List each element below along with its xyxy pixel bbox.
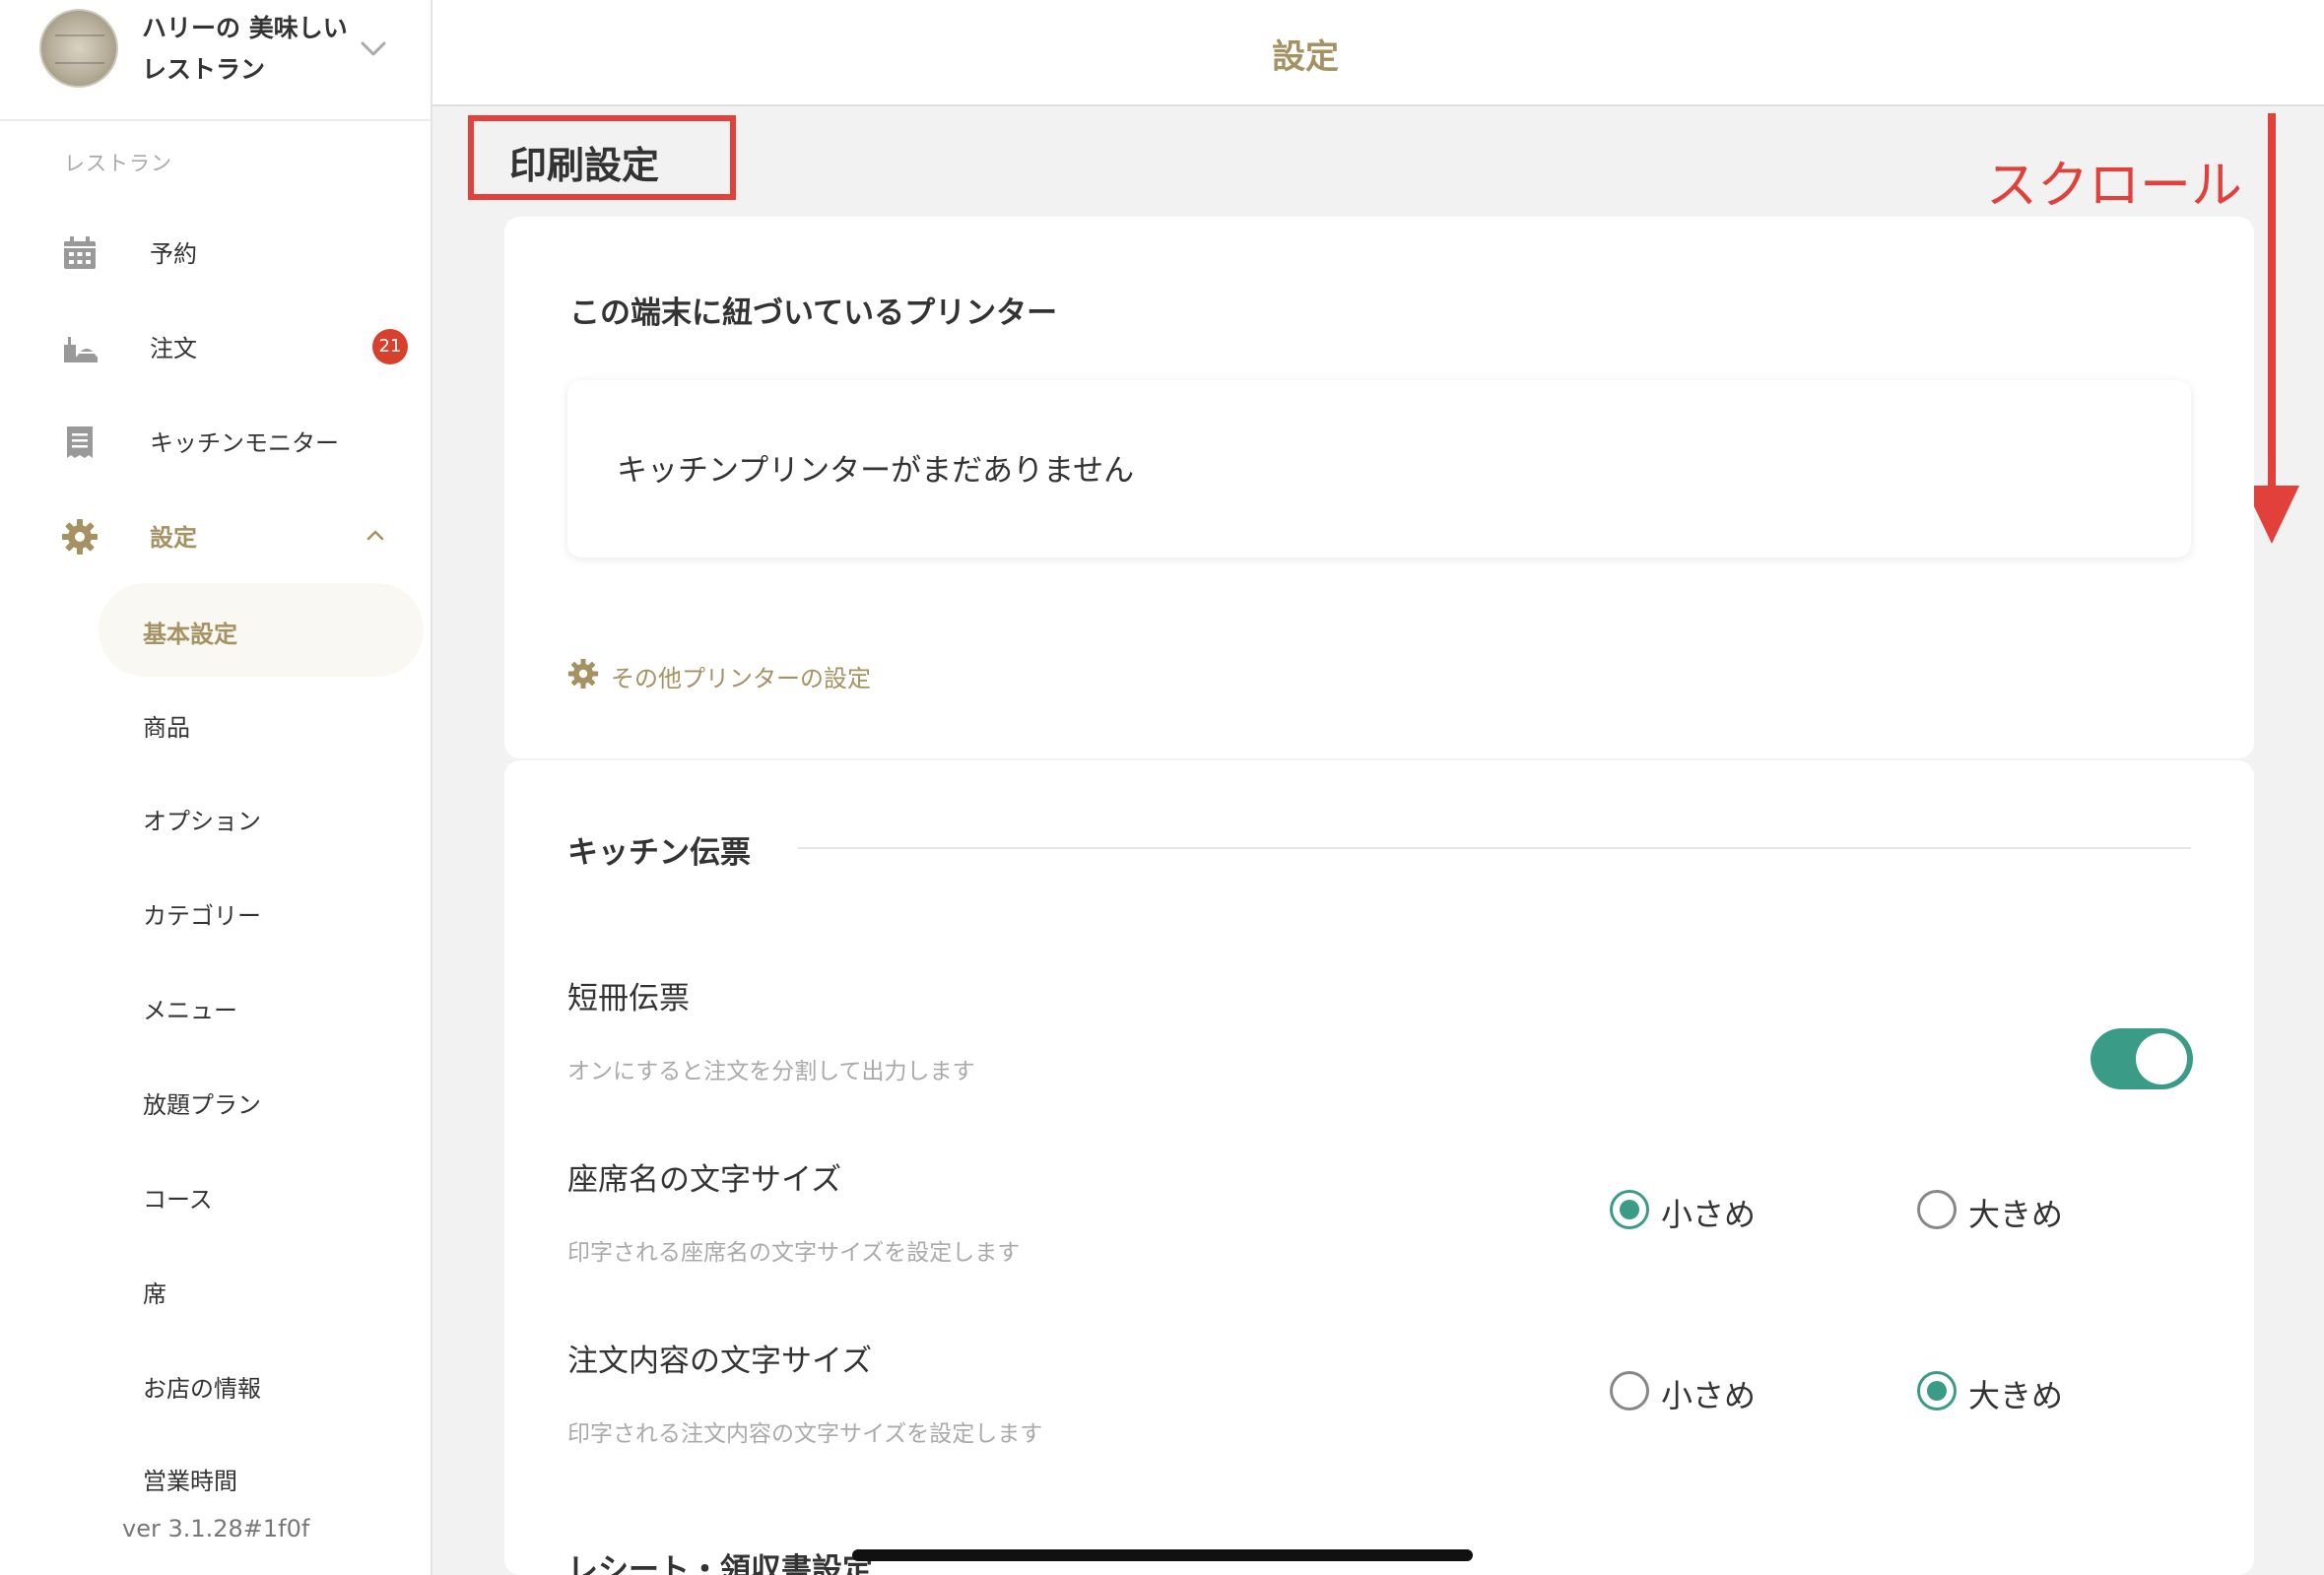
sidebar-item-label: キッチンモニター bbox=[150, 429, 339, 457]
sidebar-subitem-business-hours[interactable]: 営業時間 bbox=[99, 1432, 424, 1491]
tanzaku-slip-label: 短冊伝票 bbox=[567, 981, 690, 1017]
sidebar-subitem-label: 放題プラン bbox=[143, 1091, 261, 1119]
order-font-size-description: 印字される注文内容の文字サイズを設定します bbox=[567, 1421, 1043, 1447]
sidebar-subitem-options[interactable]: オプション bbox=[99, 770, 424, 864]
sidebar-subitem-label: 基本設定 bbox=[143, 621, 237, 648]
sidebar-subitem-courses[interactable]: コース bbox=[99, 1148, 424, 1242]
printer-card: この端末に紐づいているプリンター キッチンプリンターがまだありません その他プリ… bbox=[504, 217, 2254, 758]
section-divider bbox=[798, 847, 2191, 849]
radio-label: 小さめ bbox=[1661, 1377, 1757, 1414]
radio-button-checked bbox=[1610, 1190, 1649, 1229]
sidebar-subitem-label: オプション bbox=[143, 808, 261, 835]
section-title: 印刷設定 bbox=[509, 144, 660, 187]
sidebar-subitem-categories[interactable]: カテゴリー bbox=[99, 865, 424, 958]
restaurant-switcher[interactable]: ハリーの 美味しいレストラン bbox=[0, 0, 431, 121]
sidebar-subitem-shop-info[interactable]: お店の情報 bbox=[99, 1338, 424, 1431]
sidebar-item-orders[interactable]: 注文 21 bbox=[0, 311, 431, 380]
sidebar-item-label: 注文 bbox=[150, 335, 197, 362]
kitchen-slip-card: キッチン伝票 短冊伝票 オンにすると注文を分割して出力します 座席名の文字サイズ… bbox=[504, 760, 2254, 1575]
tanzaku-slip-description: オンにすると注文を分割して出力します bbox=[567, 1059, 975, 1084]
home-indicator bbox=[852, 1549, 1473, 1561]
kitchen-slip-title: キッチン伝票 bbox=[567, 835, 751, 871]
top-header: 設定 bbox=[432, 0, 2324, 106]
calendar-icon bbox=[64, 236, 96, 269]
radio-button-checked bbox=[1917, 1371, 1957, 1411]
sidebar-item-kitchen-monitor[interactable]: キッチンモニター bbox=[0, 406, 431, 475]
receipt-icon bbox=[67, 427, 93, 458]
other-printer-settings-label: その他プリンターの設定 bbox=[611, 665, 871, 692]
printer-list: キッチンプリンターがまだありません bbox=[567, 380, 2191, 558]
radio-label: 小さめ bbox=[1661, 1196, 1757, 1233]
scroll-annotation-label: スクロール bbox=[1986, 157, 2243, 216]
sidebar-subitem-label: 席 bbox=[143, 1280, 166, 1308]
chevron-down-icon[interactable] bbox=[359, 33, 388, 63]
radio-label: 大きめ bbox=[1968, 1196, 2064, 1233]
sidebar-section-label: レストラン bbox=[64, 152, 172, 175]
order-tray-icon bbox=[64, 337, 98, 362]
order-font-size-label: 注文内容の文字サイズ bbox=[567, 1344, 873, 1379]
toggle-knob bbox=[2136, 1033, 2187, 1084]
gear-icon bbox=[62, 519, 98, 555]
chevron-up-icon[interactable] bbox=[361, 520, 390, 550]
restaurant-avatar bbox=[39, 9, 118, 88]
radio-label: 大きめ bbox=[1968, 1377, 2064, 1414]
sidebar-subitem-label: コース bbox=[143, 1186, 213, 1214]
radio-button-unchecked bbox=[1917, 1190, 1957, 1229]
section-title-highlight: 印刷設定 bbox=[468, 115, 736, 200]
sidebar-subitem-seats[interactable]: 席 bbox=[99, 1243, 424, 1337]
sidebar-subitem-products[interactable]: 商品 bbox=[99, 677, 424, 770]
restaurant-name: ハリーの 美味しいレストラン bbox=[142, 14, 348, 84]
sidebar-subitem-label: お店の情報 bbox=[143, 1375, 261, 1403]
sidebar-subitem-basic-settings[interactable]: 基本設定 bbox=[99, 583, 424, 677]
sidebar-subitem-all-you-can-plan[interactable]: 放題プラン bbox=[99, 1054, 424, 1148]
sidebar-subitem-label: メニュー bbox=[143, 997, 237, 1024]
gear-icon bbox=[567, 658, 599, 689]
receipt-settings-title: レシート・領収書設定 bbox=[567, 1552, 873, 1575]
sidebar-subitem-label: 営業時間 bbox=[143, 1468, 237, 1491]
radio-button-unchecked bbox=[1610, 1371, 1649, 1411]
sidebar-item-reservation[interactable]: 予約 bbox=[0, 217, 431, 286]
seat-font-size-description: 印字される座席名の文字サイズを設定します bbox=[567, 1240, 1021, 1266]
sidebar-subitem-label: カテゴリー bbox=[143, 902, 261, 930]
order-count-badge: 21 bbox=[372, 329, 408, 364]
printer-card-title: この端末に紐づいているプリンター bbox=[569, 295, 1058, 331]
sidebar-item-settings[interactable]: 設定 bbox=[0, 500, 431, 569]
seat-font-size-label: 座席名の文字サイズ bbox=[567, 1162, 842, 1198]
app-root: ハリーの 美味しいレストラン レストラン 予約 注文 21 キッチンモニター 設… bbox=[0, 0, 2324, 1575]
sidebar-subitem-menu[interactable]: メニュー bbox=[99, 959, 424, 1053]
sidebar-item-label: 設定 bbox=[150, 524, 197, 552]
page-title: 設定 bbox=[1272, 37, 1339, 77]
sidebar-subitem-label: 商品 bbox=[143, 714, 190, 742]
sidebar-item-label: 予約 bbox=[150, 240, 197, 268]
tanzaku-slip-toggle[interactable] bbox=[2091, 1028, 2193, 1089]
printer-empty-message: キッチンプリンターがまだありません bbox=[617, 453, 1135, 489]
app-version: ver 3.1.28#1f0f bbox=[122, 1515, 310, 1542]
sidebar: ハリーの 美味しいレストラン レストラン 予約 注文 21 キッチンモニター 設… bbox=[0, 0, 432, 1575]
